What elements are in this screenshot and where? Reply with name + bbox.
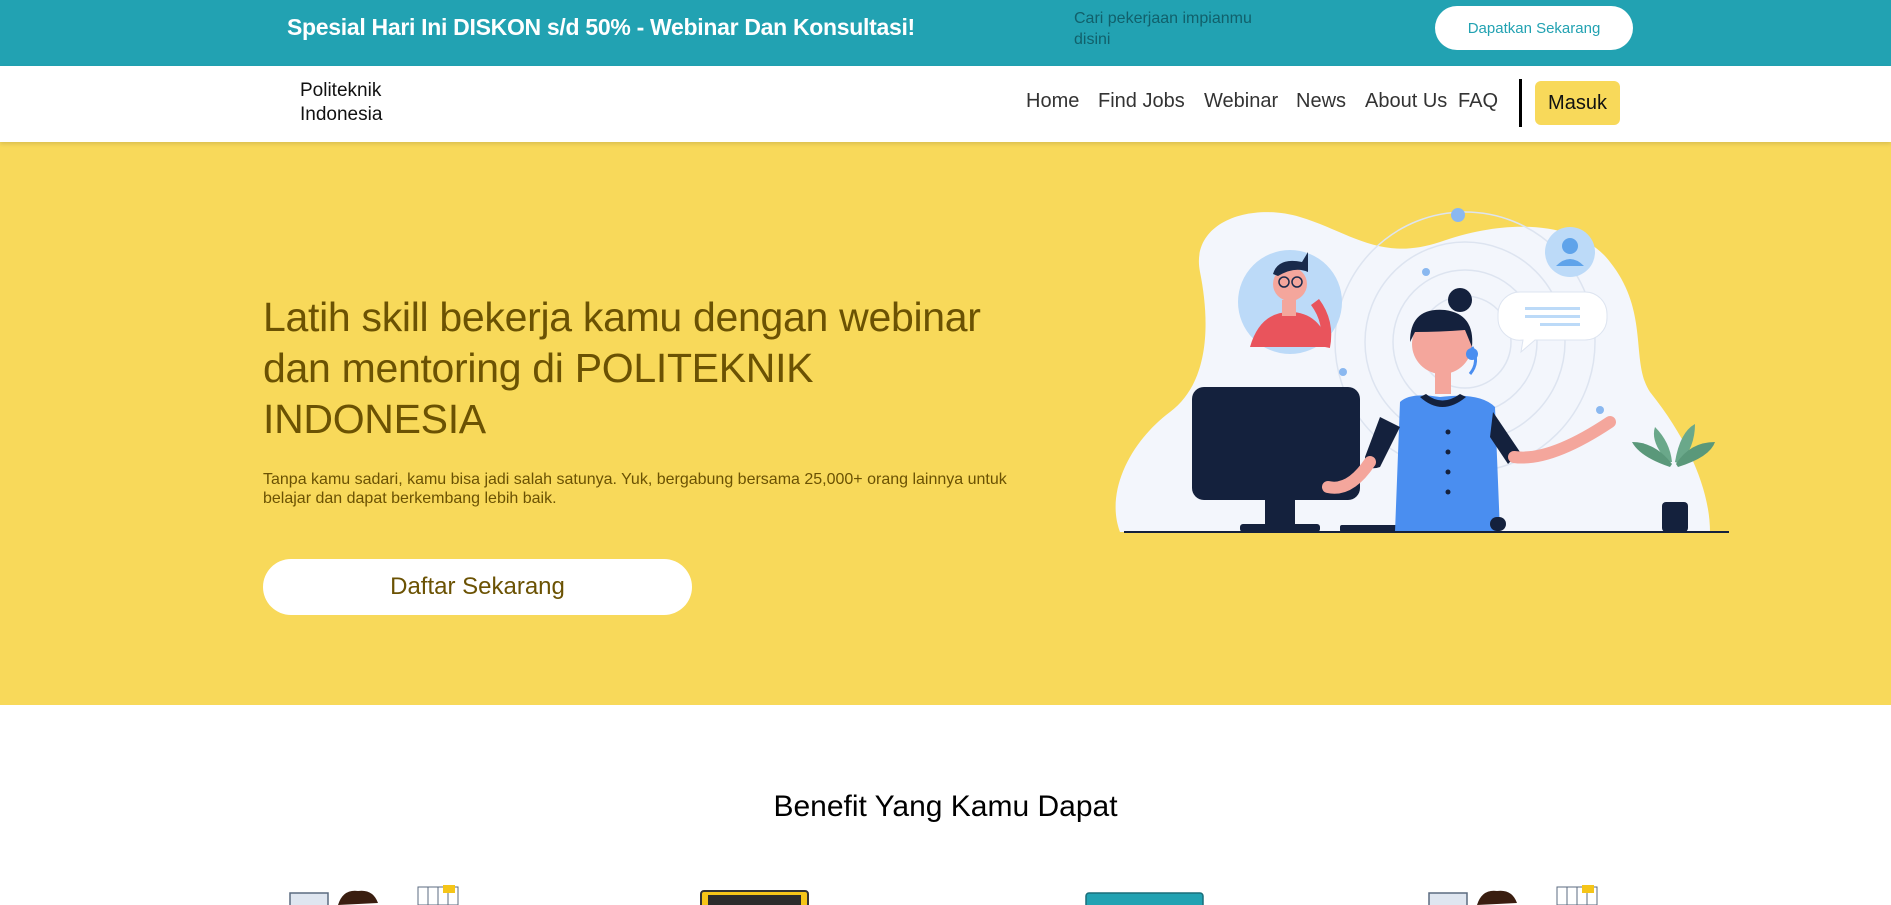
- login-button[interactable]: Masuk: [1535, 81, 1620, 125]
- customer-support-illustration: [1115, 208, 1729, 533]
- nav-link-find-jobs[interactable]: Find Jobs: [1098, 90, 1185, 113]
- job-search-input[interactable]: [1074, 8, 1274, 52]
- nav-link-webinar[interactable]: Webinar: [1204, 90, 1278, 113]
- navbar: Politeknik Indonesia Home Find Jobs Webi…: [0, 66, 1891, 142]
- nav-divider: [1519, 79, 1522, 127]
- nav-link-faq[interactable]: FAQ: [1458, 90, 1498, 113]
- webinar-person-icon: [289, 885, 459, 905]
- nav-link-about-us[interactable]: About Us: [1365, 90, 1447, 113]
- brand-logo-text[interactable]: Politeknik Indonesia: [300, 79, 420, 127]
- hero-subtitle: Tanpa kamu sadari, kamu bisa jadi salah …: [263, 471, 1007, 507]
- promo-text: Spesial Hari Ini DISKON s/d 50% - Webina…: [287, 14, 915, 40]
- promo-bar: Spesial Hari Ini DISKON s/d 50% - Webina…: [0, 0, 1891, 66]
- nav-link-news[interactable]: News: [1296, 90, 1346, 113]
- hero-section: Latih skill bekerja kamu dengan webinar …: [0, 142, 1891, 705]
- monitor-icon: [1085, 892, 1204, 905]
- nav-link-home[interactable]: Home: [1026, 90, 1079, 113]
- video-player-icon: [700, 890, 809, 905]
- hero-title: Latih skill bekerja kamu dengan webinar …: [263, 294, 981, 442]
- benefit-title: Benefit Yang Kamu Dapat: [773, 790, 1118, 823]
- register-now-button[interactable]: Daftar Sekarang: [263, 559, 692, 615]
- get-now-button[interactable]: Dapatkan Sekarang: [1435, 6, 1633, 50]
- webinar-person-icon: [1428, 885, 1598, 905]
